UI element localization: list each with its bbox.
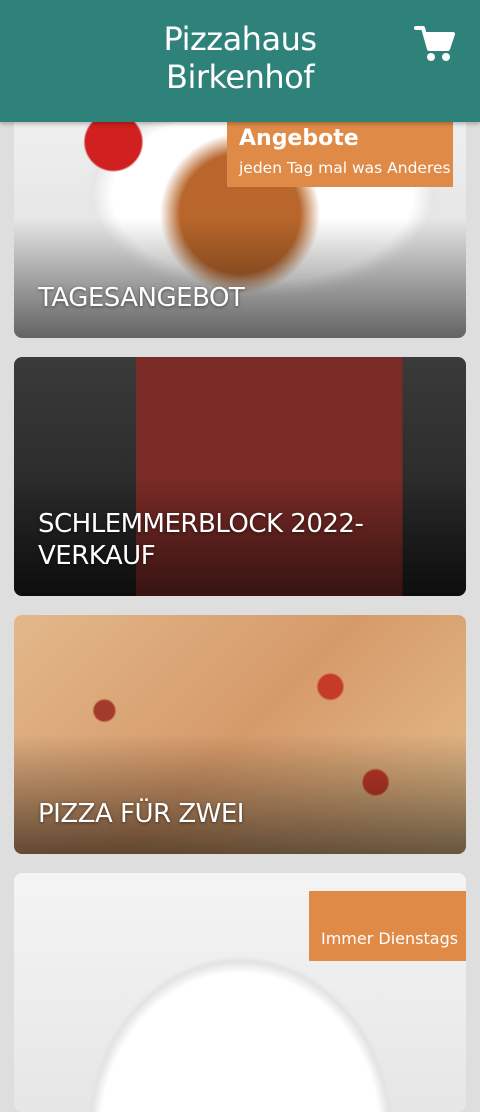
card-label: SCHLEMMERBLOCK 2022-VERKAUF <box>38 509 364 571</box>
app-title-line-2: Birkenhof <box>166 58 314 96</box>
badge-subtitle: jeden Tag mal was Anderes <box>239 159 451 177</box>
badge-subtitle: Immer Dienstags <box>321 929 459 948</box>
offer-badge: Angebote jeden Tag mal was Anderes <box>227 122 453 187</box>
app-title: Pizzahaus Birkenhof <box>0 20 480 96</box>
badge-title: Angebote <box>239 126 359 151</box>
category-card-pasta[interactable]: Immer Dienstags <box>14 873 466 1112</box>
category-card-schlemmerblock[interactable]: SCHLEMMERBLOCK 2022-VERKAUF <box>14 357 466 596</box>
category-card-tagesangebot[interactable]: TAGESANGEBOT Angebote jeden Tag mal was … <box>14 99 466 338</box>
app-title-line-1: Pizzahaus <box>163 20 317 58</box>
cart-button[interactable] <box>414 24 456 64</box>
card-label: PIZZA FÜR ZWEI <box>38 799 244 829</box>
shopping-cart-icon <box>414 26 455 61</box>
app-header: Pizzahaus Birkenhof <box>0 0 480 122</box>
card-label: TAGESANGEBOT <box>38 283 245 313</box>
tuesday-badge: Immer Dienstags <box>309 891 466 961</box>
category-card-pizza-fuer-zwei[interactable]: PIZZA FÜR ZWEI <box>14 615 466 854</box>
